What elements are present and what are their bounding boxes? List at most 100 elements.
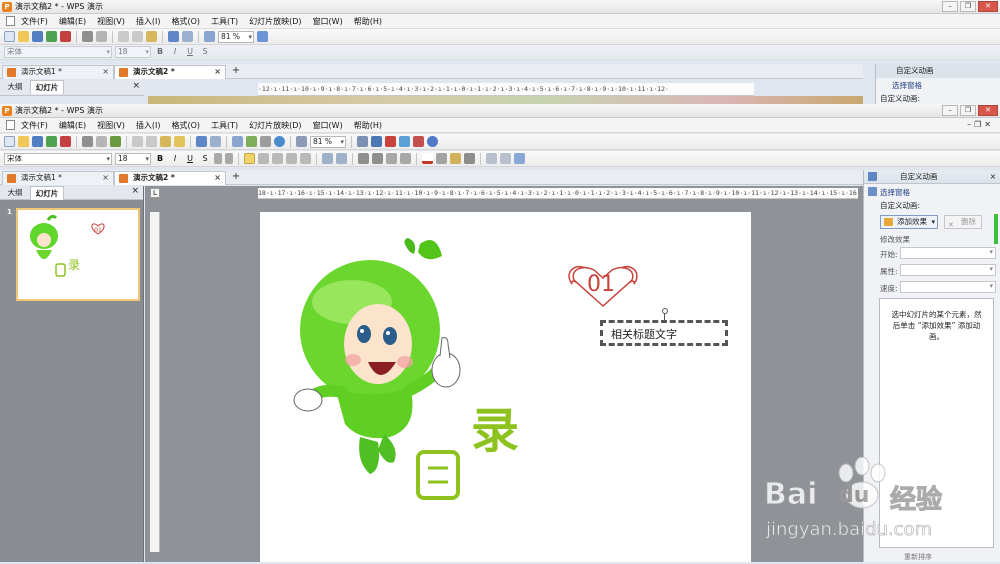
menu-tools[interactable]: 工具(T) [211,120,238,131]
menu-slideshow[interactable]: 幻灯片放映(D) [249,16,301,27]
menu-view[interactable]: 视图(V) [97,120,125,131]
close-button[interactable]: ✕ [978,105,998,116]
outdent-icon[interactable] [400,153,411,164]
back-font-name[interactable]: 宋体 [4,46,112,58]
print-icon[interactable] [82,136,93,147]
help-icon[interactable] [257,31,268,42]
restore-button[interactable]: ❐ [960,1,976,12]
slide-show-icon[interactable] [514,153,525,164]
grid-icon[interactable] [260,136,271,147]
table-icon[interactable] [204,31,215,42]
close-pane-icon[interactable]: × [132,81,140,91]
font-name-combo[interactable]: 宋体 [4,152,112,165]
tab-doc1[interactable]: 演示文稿1 * × [2,171,114,185]
slide-canvas[interactable]: 01 录 目 相关标题文字 [260,212,751,562]
menu-help[interactable]: 帮助(H) [354,120,382,131]
spellcheck-icon[interactable] [110,136,121,147]
back-select-pane-link[interactable]: 选择窗格 [876,78,1000,91]
close-button[interactable]: ✕ [978,1,998,12]
arrange-icon[interactable] [464,153,475,164]
pdf-icon[interactable] [60,136,71,147]
layout-icon[interactable] [500,153,511,164]
underline-button[interactable]: U [184,153,196,165]
shape-fill-icon[interactable] [450,153,461,164]
menu-format[interactable]: 格式(O) [171,120,200,131]
zoom-combo[interactable]: 81 % [310,135,346,148]
menu-edit[interactable]: 编辑(E) [59,120,86,131]
menu-window[interactable]: 窗口(W) [313,16,343,27]
shadow-button[interactable]: S [199,46,211,58]
close-tab-icon[interactable]: × [102,66,109,78]
menu-format[interactable]: 格式(O) [171,16,200,27]
preview-icon[interactable] [96,31,107,42]
numbering-icon[interactable] [322,153,333,164]
superscript-icon[interactable] [214,153,222,164]
slide-layout-icon[interactable] [357,136,368,147]
cut-icon[interactable] [132,136,143,147]
close-pane-icon[interactable]: × [131,186,139,196]
export-icon[interactable] [46,31,57,42]
save-icon[interactable] [32,136,43,147]
preview-icon[interactable] [96,136,107,147]
redo-icon[interactable] [210,136,221,147]
undo-icon[interactable] [196,136,207,147]
heart-shape-icon[interactable] [385,136,396,147]
property-select[interactable] [900,264,996,276]
close-tab-icon[interactable]: × [214,172,221,184]
back-tab-outline[interactable]: 大纲 [2,80,28,94]
delete-button[interactable]: ✕ 删除 [944,215,982,229]
back-tab-doc1[interactable]: 演示文稿1 * × [2,65,114,79]
back-font-size[interactable]: 18 [115,46,151,58]
menu-insert[interactable]: 插入(I) [136,16,161,27]
new-tab-button[interactable]: + [230,172,242,183]
rotate-handle[interactable] [662,308,668,314]
tab-outline[interactable]: 大纲 [2,186,28,200]
shadow-button[interactable]: S [199,153,211,165]
help-icon[interactable] [427,136,438,147]
design-icon[interactable] [486,153,497,164]
tab-slides[interactable]: 幻灯片 [30,186,64,200]
menu-view[interactable]: 视图(V) [97,16,125,27]
align-left-icon[interactable] [244,153,255,164]
record-icon[interactable] [413,136,424,147]
align-right-icon[interactable] [272,153,283,164]
format-painter-icon[interactable] [174,136,185,147]
italic-button[interactable]: I [169,153,181,165]
indent-icon[interactable] [386,153,397,164]
cut-icon[interactable] [118,31,129,42]
start-select[interactable] [900,247,996,259]
new-icon[interactable] [4,136,15,147]
back-zoom-combo[interactable]: 81 % [218,30,254,43]
paste-icon[interactable] [160,136,171,147]
distribute-icon[interactable] [300,153,311,164]
subscript-icon[interactable] [225,153,233,164]
chart-icon[interactable] [246,136,257,147]
menu-window[interactable]: 窗口(W) [313,120,343,131]
export-icon[interactable] [46,136,57,147]
underline-button[interactable]: U [184,46,196,58]
font-color-icon[interactable] [422,153,433,164]
bold-button[interactable]: B [154,46,166,58]
close-tab-icon[interactable]: × [102,172,109,184]
open-icon[interactable] [18,136,29,147]
restore-button[interactable]: ❐ [960,105,976,116]
font-size-combo[interactable]: 18 [115,152,151,165]
globe-icon[interactable] [274,136,285,147]
find-icon[interactable] [371,136,382,147]
bold-button[interactable]: B [154,153,166,165]
speed-select[interactable] [900,281,996,293]
table-icon[interactable] [232,136,243,147]
title-text-box[interactable]: 相关标题文字 [600,320,728,346]
paste-icon[interactable] [146,31,157,42]
undo-icon[interactable] [168,31,179,42]
align-center-icon[interactable] [258,153,269,164]
menu-edit[interactable]: 编辑(E) [59,16,86,27]
tab-stop-icon[interactable]: L [150,188,160,198]
copy-icon[interactable] [146,136,157,147]
open-icon[interactable] [18,31,29,42]
text-box-icon[interactable] [436,153,447,164]
back-tab-doc2[interactable]: 演示文稿2 * × [114,65,226,79]
grid-lines-icon[interactable] [296,136,307,147]
increase-font-icon[interactable] [358,153,369,164]
tab-doc2[interactable]: 演示文稿2 * × [114,171,226,185]
